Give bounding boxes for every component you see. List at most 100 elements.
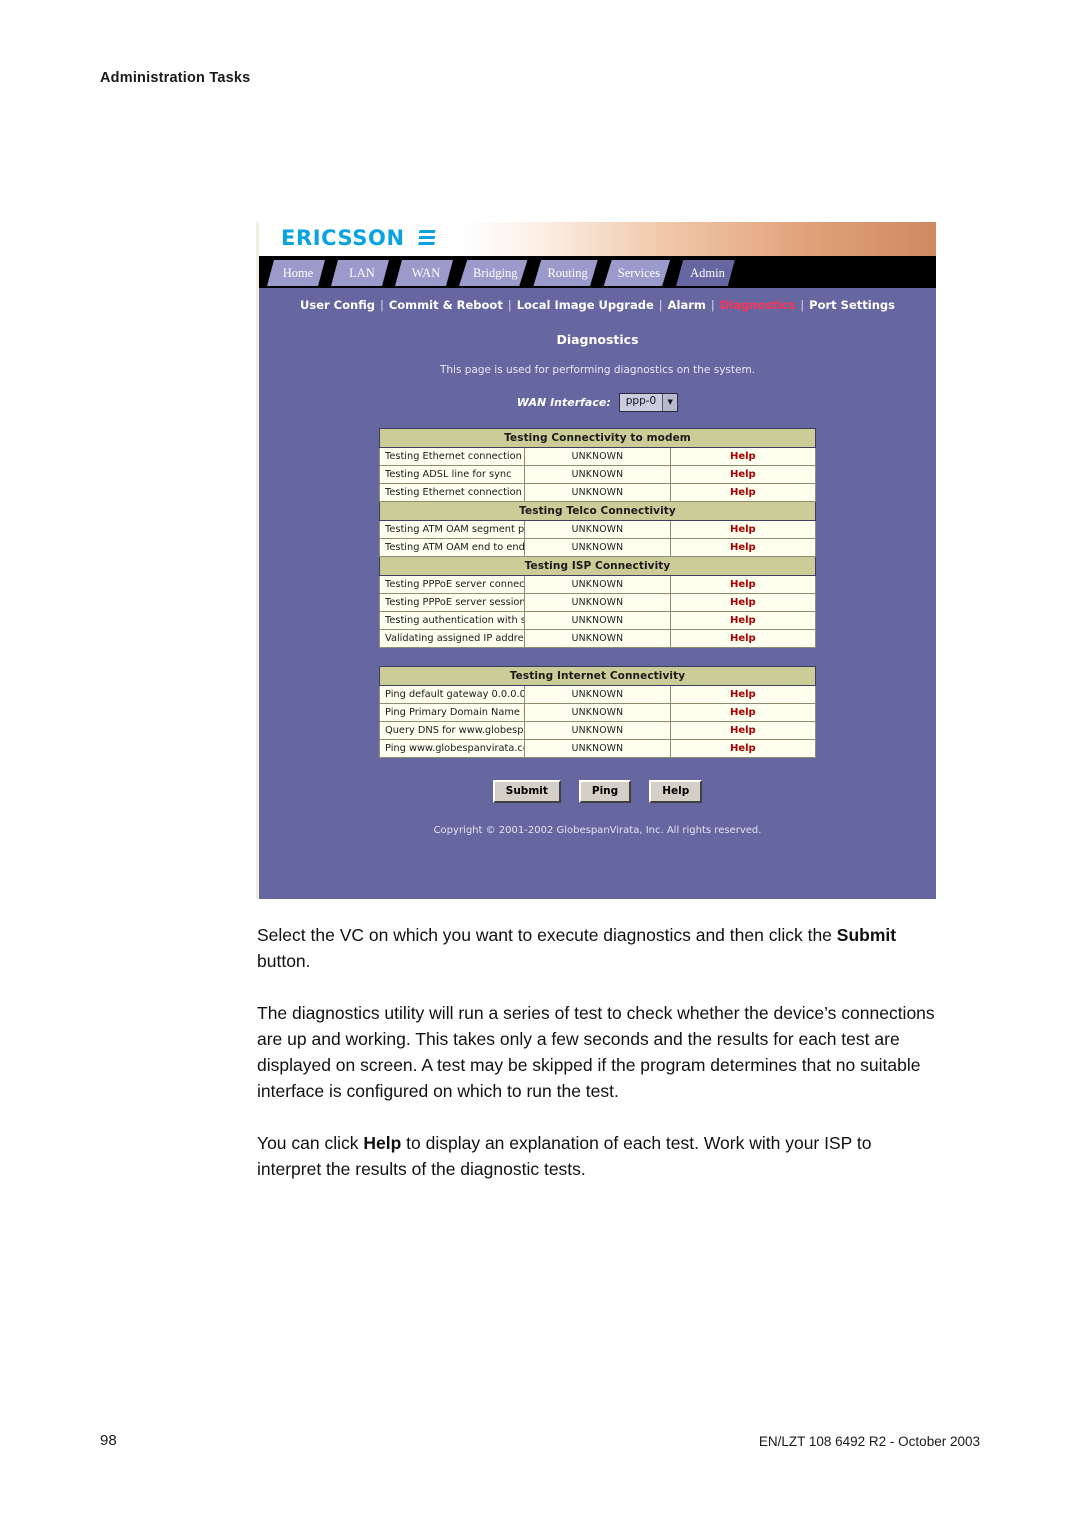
table-row: Query DNS for www.globespanvirata.com UN… — [378, 721, 817, 740]
test-status: UNKNOWN — [524, 629, 671, 648]
main-tab-list: Home LAN WAN Bridging Routing Services A… — [267, 260, 741, 286]
running-header: Administration Tasks — [100, 70, 251, 86]
table-row: Validating assigned IP address 0.0.0.0 U… — [378, 629, 817, 648]
submenu-separator: | — [658, 298, 663, 312]
paragraph-1-bold-submit: Submit — [836, 925, 897, 945]
help-link[interactable]: Help — [669, 739, 817, 758]
help-link[interactable]: Help — [669, 611, 817, 630]
help-link[interactable]: Help — [669, 520, 817, 539]
paragraph-1-part-2: button. — [257, 951, 311, 971]
help-link[interactable]: Help — [669, 629, 817, 648]
test-name: Testing ATM OAM end to end ping — [378, 538, 526, 557]
table-section-header: Testing ISP Connectivity — [379, 556, 816, 576]
section-header-telco: Testing Telco Connectivity — [379, 501, 816, 521]
submenu-item-local-image-upgrade[interactable]: Local Image Upgrade — [517, 298, 654, 312]
browser-viewport: ERICSSON Home LAN WAN Bridging Routing S… — [256, 222, 936, 899]
page-description: This page is used for performing diagnos… — [439, 364, 756, 376]
submenu-item-diagnostics[interactable]: Diagnostics — [720, 298, 796, 312]
table-section-header: Testing Telco Connectivity — [379, 501, 816, 521]
submenu-item-user-config[interactable]: User Config — [300, 298, 375, 312]
ping-button[interactable]: Ping — [578, 780, 632, 803]
table-row: Ping Primary Domain Name Server UNKNOWN … — [378, 703, 817, 722]
test-name: Testing authentication with server — [378, 611, 526, 630]
table-row: Testing Ethernet connection to ATM UNKNO… — [378, 483, 817, 502]
test-status: UNKNOWN — [524, 739, 671, 758]
diagnostics-page-body: Diagnostics This page is used for perfor… — [259, 322, 936, 852]
test-name: Testing Ethernet connection — [378, 447, 526, 466]
test-status: UNKNOWN — [524, 593, 671, 612]
main-tab-bar: Home LAN WAN Bridging Routing Services A… — [259, 256, 936, 288]
admin-submenu-bar: User Config | Commit & Reboot | Local Im… — [259, 288, 936, 322]
submenu-item-alarm[interactable]: Alarm — [668, 298, 706, 312]
test-name: Testing PPPoE server connectivity — [378, 575, 526, 594]
help-link[interactable]: Help — [669, 593, 817, 612]
table-section-header: Testing Connectivity to modem — [379, 428, 816, 448]
wan-interface-select[interactable]: ppp-0 ▼ — [618, 393, 679, 412]
tab-home[interactable]: Home — [267, 260, 325, 286]
tab-admin[interactable]: Admin — [676, 260, 735, 286]
test-name: Validating assigned IP address 0.0.0.0 — [378, 629, 526, 648]
page-title: Diagnostics — [556, 332, 639, 347]
body-text: Select the VC on which you want to execu… — [257, 922, 937, 1208]
test-name: Ping www.globespanvirata.com — [378, 739, 526, 758]
test-status: UNKNOWN — [524, 447, 671, 466]
paragraph-3-bold-help: Help — [363, 1133, 402, 1153]
tab-lan[interactable]: LAN — [331, 260, 389, 286]
submenu-separator: | — [507, 298, 512, 312]
page-number: 98 — [100, 1432, 117, 1449]
copyright-notice: Copyright © 2001-2002 GlobespanVirata, I… — [433, 825, 762, 836]
chevron-down-icon[interactable]: ▼ — [662, 394, 678, 411]
test-status: UNKNOWN — [524, 465, 671, 484]
table-row: Testing PPPoE server connectivity UNKNOW… — [378, 575, 817, 594]
help-link[interactable]: Help — [669, 685, 817, 704]
test-name: Ping default gateway 0.0.0.0 — [378, 685, 526, 704]
table-row: Testing PPPoE server session UNKNOWN Hel… — [378, 593, 817, 612]
tab-services[interactable]: Services — [603, 260, 671, 286]
table-section-header: Testing Internet Connectivity — [379, 666, 816, 686]
help-link[interactable]: Help — [669, 703, 817, 722]
table-row: Testing ATM OAM segment ping UNKNOWN Hel… — [378, 520, 817, 539]
table-row: Testing ATM OAM end to end ping UNKNOWN … — [378, 538, 817, 557]
test-status: UNKNOWN — [524, 685, 671, 704]
help-link[interactable]: Help — [669, 538, 817, 557]
help-link[interactable]: Help — [669, 465, 817, 484]
section-header-isp: Testing ISP Connectivity — [379, 556, 816, 576]
help-button[interactable]: Help — [649, 780, 703, 803]
test-name: Query DNS for www.globespanvirata.com — [378, 721, 526, 740]
help-link[interactable]: Help — [669, 483, 817, 502]
table-row: Ping www.globespanvirata.com UNKNOWN Hel… — [378, 739, 817, 758]
submenu-separator: | — [710, 298, 715, 312]
wan-interface-selected-value: ppp-0 — [625, 395, 657, 407]
submenu-item-commit-reboot[interactable]: Commit & Reboot — [389, 298, 503, 312]
submit-button[interactable]: Submit — [492, 780, 561, 803]
test-name: Testing ADSL line for sync — [378, 465, 526, 484]
test-name: Testing PPPoE server session — [378, 593, 526, 612]
ericsson-three-bar-icon — [418, 230, 436, 245]
test-status: UNKNOWN — [524, 703, 671, 722]
tab-bridging[interactable]: Bridging — [459, 260, 528, 286]
tab-wan[interactable]: WAN — [395, 260, 453, 286]
paragraph-3-part-1: You can click — [257, 1133, 364, 1153]
diagnostics-table-internet: Testing Internet Connectivity Ping defau… — [378, 666, 817, 758]
wan-interface-label: WAN Interface: — [516, 396, 611, 409]
paragraph-help-usage: You can click Help to display an explana… — [257, 1130, 937, 1182]
footer-reference: EN/LZT 108 6492 R2 - October 2003 — [758, 1434, 980, 1449]
test-name: Ping Primary Domain Name Server — [378, 703, 526, 722]
submenu-item-port-settings[interactable]: Port Settings — [809, 298, 895, 312]
test-status: UNKNOWN — [524, 538, 671, 557]
test-status: UNKNOWN — [524, 575, 671, 594]
test-status: UNKNOWN — [524, 483, 671, 502]
help-link[interactable]: Help — [669, 575, 817, 594]
tab-routing[interactable]: Routing — [533, 260, 598, 286]
help-link[interactable]: Help — [669, 447, 817, 466]
action-button-row: Submit Ping Help — [259, 780, 936, 803]
help-link[interactable]: Help — [669, 721, 817, 740]
table-row: Testing authentication with server UNKNO… — [378, 611, 817, 630]
test-name: Testing Ethernet connection to ATM — [378, 483, 526, 502]
submenu-separator: | — [800, 298, 805, 312]
brand-banner: ERICSSON — [259, 222, 936, 256]
submenu-separator: | — [379, 298, 384, 312]
section-header-internet: Testing Internet Connectivity — [379, 666, 816, 686]
table-row: Testing ADSL line for sync UNKNOWN Help — [378, 465, 817, 484]
section-header-modem: Testing Connectivity to modem — [379, 428, 816, 448]
